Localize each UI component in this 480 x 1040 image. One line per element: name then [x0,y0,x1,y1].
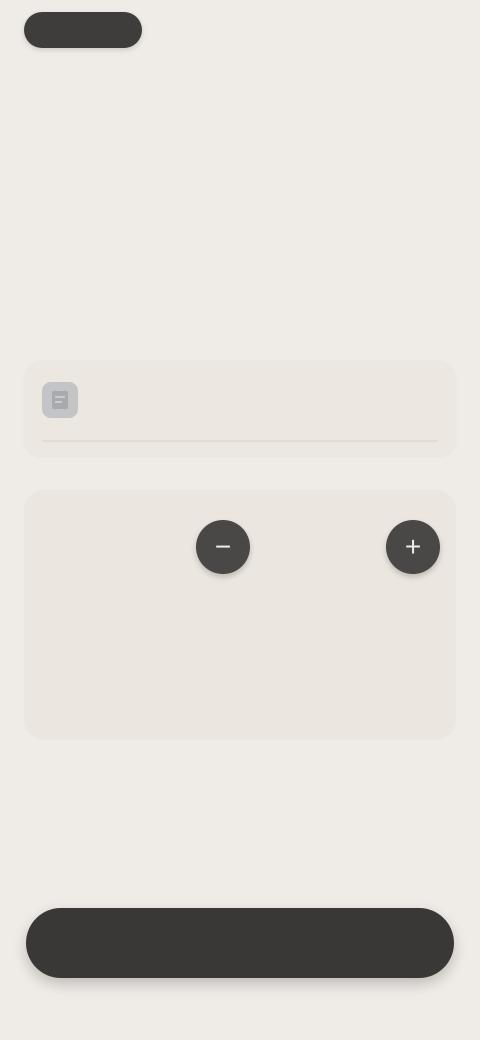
info-card[interactable] [24,360,456,456]
document-icon [42,382,78,418]
top-left-button[interactable] [24,12,142,48]
top-bar [0,0,480,64]
minus-icon: − [214,531,232,562]
plus-icon: + [404,531,422,562]
card-divider [42,440,438,442]
stepper-row: − + [40,520,440,574]
settings-panel: − + [24,490,456,740]
primary-cta-button[interactable] [26,908,454,978]
quantity-stepper: − + [196,520,440,574]
decrement-button[interactable]: − [196,520,250,574]
increment-button[interactable]: + [386,520,440,574]
